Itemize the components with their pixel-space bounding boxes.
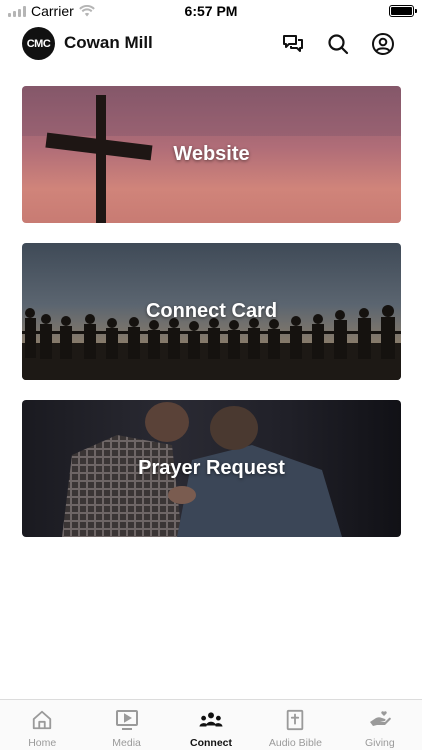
search-icon[interactable]: [325, 31, 351, 57]
chat-icon[interactable]: [280, 31, 306, 57]
giving-hand-icon: [368, 708, 392, 732]
profile-icon[interactable]: [370, 31, 396, 57]
bible-icon: [283, 708, 307, 732]
connect-card-label: Connect Card: [145, 300, 278, 322]
app-header: CMC Cowan Mill: [0, 22, 422, 66]
status-time: 6:57 PM: [184, 3, 238, 19]
tab-audio-bible-label: Audio Bible: [268, 737, 322, 749]
tab-connect[interactable]: Connect: [169, 700, 253, 750]
home-icon: [30, 708, 54, 732]
tab-bar: Home Media Connect Audio Bible Giving: [0, 699, 422, 750]
tab-media-label: Media: [112, 737, 141, 749]
tab-home[interactable]: Home: [0, 700, 84, 750]
group-icon: [199, 708, 223, 732]
website-card-label: Website: [173, 143, 250, 165]
status-bar: Carrier 6:57 PM: [0, 0, 422, 22]
church-logo: CMC: [22, 27, 55, 60]
tab-media[interactable]: Media: [84, 700, 168, 750]
website-card[interactable]: Website: [22, 86, 401, 223]
prayer-request-card-label: Prayer Request: [138, 457, 285, 479]
tab-giving-label: Giving: [364, 737, 395, 749]
connect-card[interactable]: Connect Card: [22, 243, 401, 380]
app-title: Cowan Mill: [64, 33, 153, 52]
tab-home-label: Home: [28, 737, 57, 749]
prayer-request-card[interactable]: Prayer Request: [22, 400, 401, 537]
battery-icon: [389, 5, 417, 17]
tab-giving[interactable]: Giving: [338, 700, 422, 750]
play-icon: [115, 708, 139, 732]
tab-audio-bible[interactable]: Audio Bible: [253, 700, 337, 750]
tab-connect-label: Connect: [190, 737, 233, 749]
